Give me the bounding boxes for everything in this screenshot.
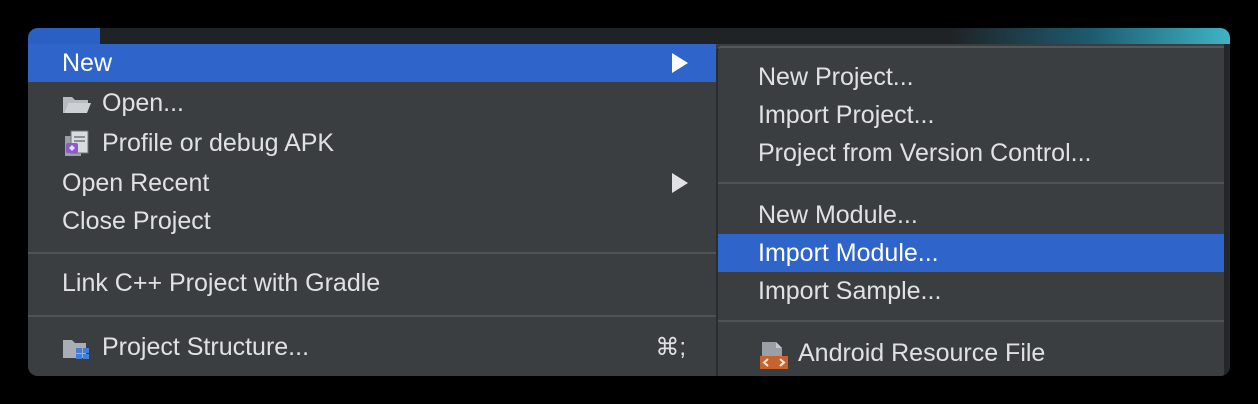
submenu-arrow-icon (672, 53, 688, 73)
submenu-item-label: New Module... (758, 200, 918, 229)
folder-open-icon (63, 97, 91, 113)
menu-separator (28, 315, 716, 317)
submenu-item-import-project[interactable]: Import Project... (718, 96, 1226, 134)
submenu-item-label: Android Resource File (798, 338, 1046, 367)
submenu-item-label: Import Module... (758, 238, 939, 267)
submenu-item-label: Import Project... (758, 100, 935, 129)
menu-item-link-cpp-project[interactable]: Link C++ Project with Gradle (28, 264, 716, 302)
menu-item-close-project[interactable]: Close Project (28, 202, 716, 240)
project-structure-icon (63, 340, 89, 359)
submenu-item-label: Import Sample... (758, 276, 942, 305)
menu-item-label: Close Project (62, 206, 211, 235)
submenu-separator (718, 320, 1226, 322)
menu-window: New Open... Profile or debug APK Open Re… (28, 28, 1230, 376)
menu-item-profile-debug-apk[interactable]: Profile or debug APK (28, 124, 716, 162)
menu-item-open[interactable]: Open... (28, 84, 716, 122)
menu-item-project-structure[interactable]: Project Structure... ⌘; (28, 328, 716, 366)
submenu-item-label: Project from Version Control... (758, 138, 1092, 167)
menu-item-label: Profile or debug APK (102, 128, 335, 157)
submenu-item-android-resource-file[interactable]: Android Resource File (718, 334, 1226, 372)
menu-item-label: Link C++ Project with Gradle (62, 268, 381, 297)
submenu-item-import-sample[interactable]: Import Sample... (718, 272, 1226, 310)
submenu-item-project-from-vcs[interactable]: Project from Version Control... (718, 134, 1226, 172)
new-submenu: New Project... Import Project... Project… (716, 46, 1226, 376)
menu-item-new[interactable]: New (28, 44, 716, 82)
menu-item-label: New (62, 48, 113, 77)
submenu-separator (718, 182, 1226, 184)
submenu-item-new-project[interactable]: New Project... (718, 58, 1226, 96)
apk-debug-icon (65, 130, 89, 156)
menu-item-label: Open Recent (62, 168, 210, 197)
submenu-item-import-module[interactable]: Import Module... (718, 234, 1226, 272)
android-resource-file-icon (760, 342, 788, 369)
title-strip-gradient (950, 28, 1230, 44)
menu-item-label: Open... (102, 88, 184, 117)
submenu-arrow-icon (672, 173, 688, 193)
menu-item-open-recent[interactable]: Open Recent (28, 164, 716, 202)
menu-item-label: Project Structure... (102, 332, 310, 361)
window-edge (1224, 44, 1230, 376)
title-strip-highlight (28, 28, 100, 44)
submenu-item-new-module[interactable]: New Module... (718, 196, 1226, 234)
keyboard-shortcut: ⌘; (655, 333, 686, 361)
file-menu: New Open... Profile or debug APK Open Re… (28, 44, 716, 376)
submenu-item-label: New Project... (758, 62, 914, 91)
menu-separator (28, 252, 716, 254)
title-strip (28, 28, 1230, 44)
